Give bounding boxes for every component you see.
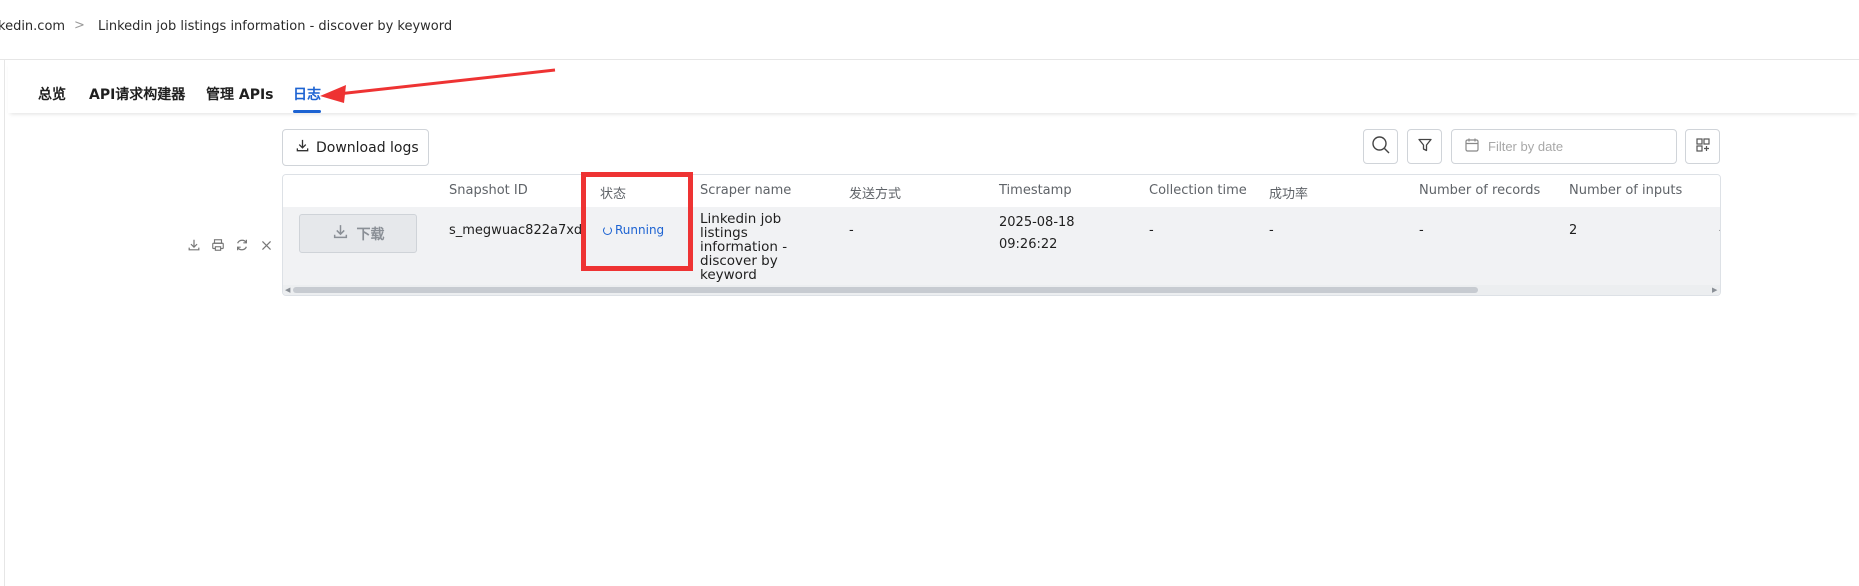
scroll-right-icon[interactable]: ▶ [1712, 286, 1717, 294]
page: kedin.com > Linkedin job listings inform… [0, 0, 1859, 586]
column-header[interactable]: Snapshot ID [449, 183, 528, 198]
timestamp-date: 2025-08-18 [999, 215, 1075, 230]
tab-logs[interactable]: 日志 [293, 84, 321, 104]
snapshot-id[interactable]: s_megwuac822a7xd [449, 223, 594, 238]
left-divider [4, 60, 5, 586]
breadcrumb-current: Linkedin job listings information - disc… [98, 19, 453, 34]
tab-bar: 总览 API请求构建器 管理 APIs 日志 [8, 61, 1859, 113]
annotation-arrow-icon [320, 68, 556, 103]
download-icon [332, 223, 349, 244]
extra-cell: - [1719, 223, 1720, 238]
breadcrumb-root[interactable]: kedin.com [0, 19, 65, 34]
success-rate: - [1269, 223, 1274, 238]
column-header[interactable]: Collection time [1149, 183, 1247, 198]
filter-icon [1417, 137, 1433, 157]
send-method: - [849, 223, 854, 238]
scrollbar-thumb[interactable] [293, 287, 1478, 293]
active-tab-indicator [293, 110, 321, 113]
date-filter[interactable] [1451, 129, 1677, 164]
tab-manage-apis[interactable]: 管理 APIs [206, 84, 274, 104]
timestamp-time: 09:26:22 [999, 237, 1058, 252]
columns-button[interactable] [1685, 129, 1720, 164]
date-filter-input[interactable] [1488, 139, 1658, 154]
tab-overview[interactable]: 总览 [38, 84, 66, 104]
column-header[interactable]: Scraper name [700, 183, 791, 198]
table-row[interactable]: 下载 s_megwuac822a7xd Running Linkedin job… [283, 207, 1720, 285]
column-header[interactable]: I [1719, 183, 1720, 198]
search-icon [1371, 135, 1391, 159]
print-icon[interactable] [210, 237, 226, 253]
column-header[interactable]: Number of inputs [1569, 183, 1682, 198]
download-icon[interactable] [186, 237, 202, 253]
row-actions [186, 237, 274, 253]
download-logs-button[interactable]: Download logs [282, 129, 429, 166]
column-header[interactable]: Timestamp [999, 183, 1072, 198]
table-header: Snapshot ID 状态 Scraper name 发送方式 Timesta… [283, 175, 1720, 207]
close-icon[interactable] [258, 237, 274, 253]
breadcrumb: kedin.com > Linkedin job listings inform… [0, 0, 1859, 60]
scroll-left-icon[interactable]: ◀ [285, 286, 290, 294]
calendar-icon [1464, 137, 1480, 157]
row-download-button[interactable]: 下载 [299, 214, 417, 253]
inputs-count: 2 [1569, 223, 1578, 238]
row-download-label: 下载 [356, 226, 385, 243]
scraper-name: Linkedin job listings information - disc… [700, 211, 788, 283]
column-header[interactable]: 成功率 [1269, 183, 1308, 202]
download-icon [295, 138, 310, 157]
horizontal-scrollbar[interactable]: ◀ ▶ [283, 285, 1720, 295]
highlight-box [581, 172, 693, 271]
collection-time: - [1149, 223, 1154, 238]
logs-table: Snapshot ID 状态 Scraper name 发送方式 Timesta… [282, 174, 1721, 296]
grid-add-icon [1695, 137, 1711, 157]
filter-button[interactable] [1407, 129, 1442, 164]
tab-api-request-builder[interactable]: API请求构建器 [89, 84, 185, 104]
column-header[interactable]: Number of records [1419, 183, 1540, 198]
column-header[interactable]: 发送方式 [849, 183, 901, 202]
records-count: - [1419, 223, 1424, 238]
search-button[interactable] [1363, 129, 1398, 164]
breadcrumb-separator: > [74, 18, 85, 33]
download-logs-label: Download logs [316, 139, 419, 156]
refresh-icon[interactable] [234, 237, 250, 253]
